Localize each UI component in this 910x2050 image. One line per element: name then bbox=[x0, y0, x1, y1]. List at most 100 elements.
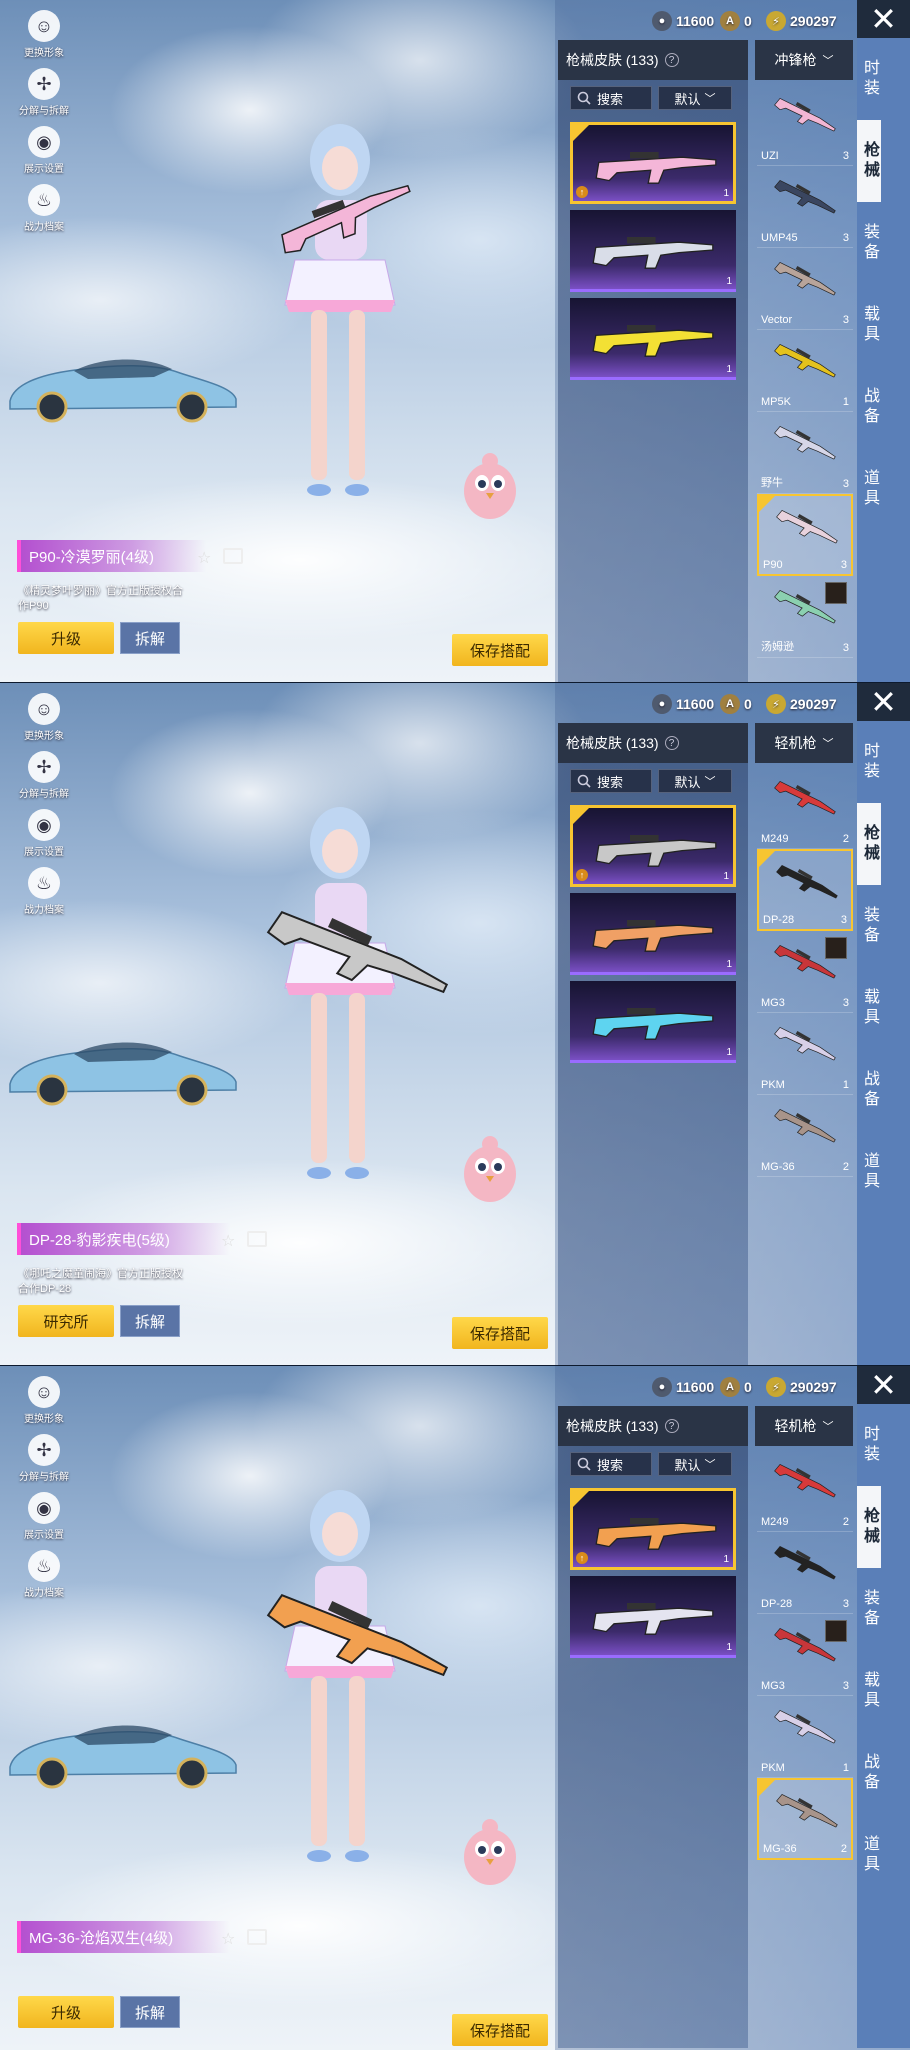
help-icon[interactable]: ? bbox=[664, 53, 679, 67]
dismantle-button[interactable]: 拆解 bbox=[120, 1305, 180, 1337]
tab-items[interactable]: 道具 bbox=[857, 1814, 881, 1896]
skin-count: 1 bbox=[726, 1642, 732, 1653]
tab-vehicle[interactable]: 载具 bbox=[857, 967, 881, 1049]
uc-currency[interactable]: ⚡ 290297 bbox=[766, 1374, 837, 1400]
skin-card[interactable]: 1 bbox=[570, 1576, 736, 1658]
close-button[interactable]: ✕ bbox=[857, 0, 910, 38]
weapon-item[interactable]: UZI 3 bbox=[757, 84, 853, 166]
uc-currency[interactable]: ⚡ 290297 bbox=[766, 8, 837, 34]
category-tabs: 时装 枪械 装备 载具 战备 道具 bbox=[857, 721, 910, 1365]
dismantle-button[interactable]: 拆解 bbox=[120, 622, 180, 654]
coupon-currency[interactable]: A 0 bbox=[720, 8, 752, 34]
weapon-item[interactable]: MG3 3 bbox=[757, 1614, 853, 1696]
power-archive-button[interactable]: ♨ 战力档案 bbox=[14, 867, 74, 925]
primary-action-button[interactable]: 升级 bbox=[18, 1996, 114, 2028]
sort-dropdown[interactable]: 默认 ﹀ bbox=[658, 1452, 732, 1476]
silver-currency[interactable]: ● 11600 bbox=[652, 8, 714, 34]
weapon-item[interactable]: MP5K 1 bbox=[757, 330, 853, 412]
primary-action-button[interactable]: 升级 bbox=[18, 622, 114, 654]
tab-items[interactable]: 道具 bbox=[857, 1131, 881, 1213]
display-settings-button[interactable]: ◉ 展示设置 bbox=[14, 126, 74, 184]
save-outfit-button[interactable]: 保存搭配 bbox=[452, 634, 548, 666]
weapon-item[interactable]: 野牛 3 bbox=[757, 412, 853, 494]
share-icon[interactable] bbox=[247, 1231, 267, 1247]
save-outfit-button[interactable]: 保存搭配 bbox=[452, 2014, 548, 2046]
help-icon[interactable]: ? bbox=[664, 1419, 679, 1433]
skin-card[interactable]: 1 bbox=[570, 893, 736, 975]
decompose-button[interactable]: ✢ 分解与拆解 bbox=[14, 68, 74, 126]
weapon-category-dropdown[interactable]: 轻机枪 ﹀ bbox=[755, 723, 853, 763]
close-button[interactable]: ✕ bbox=[857, 683, 910, 721]
display-settings-button[interactable]: ◉ 展示设置 bbox=[14, 1492, 74, 1550]
search-input[interactable]: 搜索 bbox=[570, 769, 652, 793]
tab-supplies[interactable]: 战备 bbox=[857, 1049, 881, 1131]
skin-card[interactable]: 1 bbox=[570, 298, 736, 380]
coupon-currency[interactable]: A 0 bbox=[720, 691, 752, 717]
tab-supplies[interactable]: 战备 bbox=[857, 366, 881, 448]
weapon-item[interactable]: DP-28 3 bbox=[757, 1532, 853, 1614]
tab-vehicle[interactable]: 载具 bbox=[857, 284, 881, 366]
weapon-item[interactable]: PKM 1 bbox=[757, 1013, 853, 1095]
share-icon[interactable] bbox=[223, 548, 243, 564]
tab-weapon[interactable]: 枪械 bbox=[857, 120, 881, 202]
weapon-item[interactable]: PKM 1 bbox=[757, 1696, 853, 1778]
silver-currency[interactable]: ● 11600 bbox=[652, 691, 714, 717]
decompose-button[interactable]: ✢ 分解与拆解 bbox=[14, 751, 74, 809]
weapon-item[interactable]: M249 2 bbox=[757, 1450, 853, 1532]
weapon-item[interactable]: MG-36 2 bbox=[757, 1095, 853, 1177]
tab-vehicle-label: 载具 bbox=[861, 1671, 878, 1711]
weapon-item[interactable]: DP-28 3 bbox=[757, 849, 853, 931]
sort-dropdown[interactable]: 默认 ﹀ bbox=[658, 769, 732, 793]
share-icon[interactable] bbox=[247, 1929, 267, 1945]
close-button[interactable]: ✕ bbox=[857, 1366, 910, 1404]
tab-equipment[interactable]: 装备 bbox=[857, 1568, 881, 1650]
favorite-star-icon[interactable]: ☆ bbox=[197, 548, 211, 568]
tab-outfit[interactable]: 时装 bbox=[857, 721, 881, 803]
tab-outfit[interactable]: 时装 bbox=[857, 38, 881, 120]
weapon-category-dropdown[interactable]: 冲锋枪 ﹀ bbox=[755, 40, 853, 80]
tab-vehicle[interactable]: 载具 bbox=[857, 1650, 881, 1732]
silver-currency[interactable]: ● 11600 bbox=[652, 1374, 714, 1400]
tab-weapon[interactable]: 枪械 bbox=[857, 803, 881, 885]
display-settings-button[interactable]: ◉ 展示设置 bbox=[14, 809, 74, 867]
weapon-item[interactable]: M249 2 bbox=[757, 767, 853, 849]
tab-items[interactable]: 道具 bbox=[857, 448, 881, 530]
save-outfit-button[interactable]: 保存搭配 bbox=[452, 1317, 548, 1349]
change-appearance-button[interactable]: ☺ 更换形象 bbox=[14, 10, 74, 68]
change-appearance-button[interactable]: ☺ 更换形象 bbox=[14, 1376, 74, 1434]
power-archive-button[interactable]: ♨ 战力档案 bbox=[14, 1550, 74, 1608]
tab-equipment[interactable]: 装备 bbox=[857, 885, 881, 967]
favorite-star-icon[interactable]: ☆ bbox=[221, 1929, 235, 1949]
weapon-item[interactable]: MG3 3 bbox=[757, 931, 853, 1013]
skin-card[interactable]: 1 bbox=[570, 981, 736, 1063]
tab-outfit[interactable]: 时装 bbox=[857, 1404, 881, 1486]
tab-weapon[interactable]: 枪械 bbox=[857, 1486, 881, 1568]
weapon-item[interactable]: P90 3 bbox=[757, 494, 853, 576]
weapon-category-dropdown[interactable]: 轻机枪 ﹀ bbox=[755, 1406, 853, 1446]
weapon-item[interactable]: Vector 3 bbox=[757, 248, 853, 330]
search-input[interactable]: 搜索 bbox=[570, 1452, 652, 1476]
skin-card[interactable]: 1 ↑ bbox=[570, 805, 736, 887]
search-input[interactable]: 搜索 bbox=[570, 86, 652, 110]
flame-icon: ♨ bbox=[28, 867, 60, 899]
primary-action-button[interactable]: 研究所 bbox=[18, 1305, 114, 1337]
weapon-item[interactable]: MG-36 2 bbox=[757, 1778, 853, 1860]
favorite-star-icon[interactable]: ☆ bbox=[221, 1231, 235, 1251]
uc-currency[interactable]: ⚡ 290297 bbox=[766, 691, 837, 717]
decompose-button[interactable]: ✢ 分解与拆解 bbox=[14, 1434, 74, 1492]
tab-supplies[interactable]: 战备 bbox=[857, 1732, 881, 1814]
power-archive-button[interactable]: ♨ 战力档案 bbox=[14, 184, 74, 242]
tab-equipment[interactable]: 装备 bbox=[857, 202, 881, 284]
dismantle-button[interactable]: 拆解 bbox=[120, 1996, 180, 2028]
change-appearance-label: 更换形象 bbox=[24, 1414, 64, 1425]
sort-dropdown[interactable]: 默认 ﹀ bbox=[658, 86, 732, 110]
skin-card[interactable]: 1 ↑ bbox=[570, 122, 736, 204]
skin-card[interactable]: 1 ↑ bbox=[570, 1488, 736, 1570]
change-appearance-button[interactable]: ☺ 更换形象 bbox=[14, 693, 74, 751]
tab-supplies-label: 战备 bbox=[861, 1070, 878, 1110]
coupon-currency[interactable]: A 0 bbox=[720, 1374, 752, 1400]
help-icon[interactable]: ? bbox=[664, 736, 679, 750]
skin-card[interactable]: 1 bbox=[570, 210, 736, 292]
weapon-item[interactable]: UMP45 3 bbox=[757, 166, 853, 248]
weapon-item[interactable]: 汤姆逊 3 bbox=[757, 576, 853, 658]
